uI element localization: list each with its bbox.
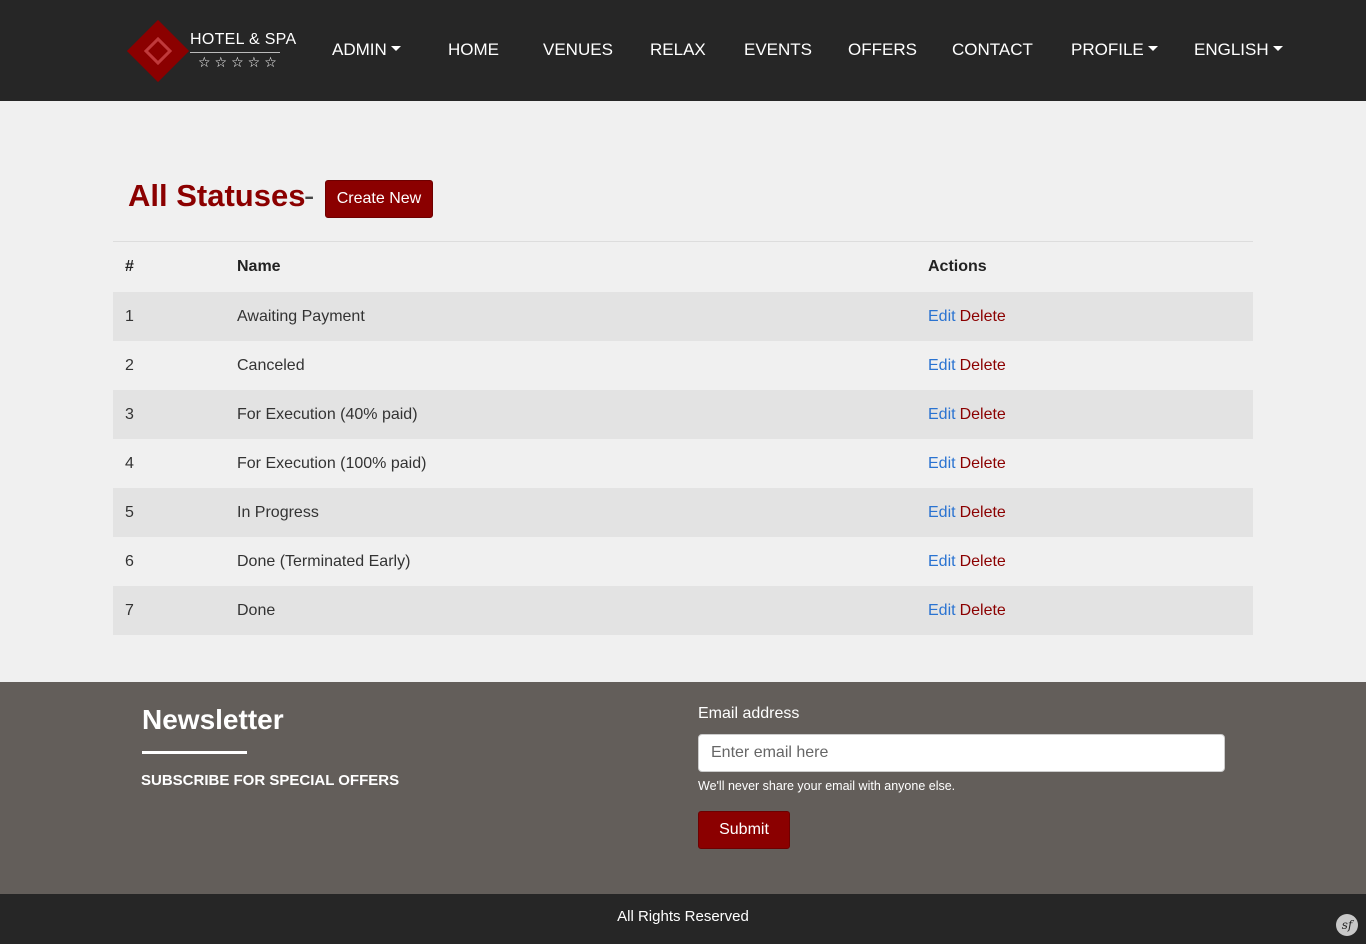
row-name: Done (Terminated Early) <box>237 553 411 570</box>
row-id: 1 <box>125 308 134 325</box>
edit-link[interactable]: Edit <box>928 308 956 325</box>
table-row: 1 Awaiting Payment Edit Delete <box>113 292 1253 341</box>
row-name: In Progress <box>237 504 319 521</box>
edit-link[interactable]: Edit <box>928 553 956 570</box>
copyright-text: All Rights Reserved <box>617 908 749 925</box>
row-actions: Edit Delete <box>928 390 1006 439</box>
nav-admin-dropdown[interactable]: ADMIN <box>332 40 401 60</box>
edit-link[interactable]: Edit <box>928 504 956 521</box>
row-actions: Edit Delete <box>928 292 1006 341</box>
footer: All Rights Reserved sf <box>0 894 1366 944</box>
caret-down-icon <box>1147 46 1158 51</box>
newsletter-section: Newsletter SUBSCRIBE FOR SPECIAL OFFERS … <box>0 682 1366 894</box>
nav-venues[interactable]: VENUES <box>543 40 613 60</box>
edit-link[interactable]: Edit <box>928 602 956 619</box>
symfony-toolbar-icon[interactable]: sf <box>1336 914 1358 936</box>
newsletter-subtitle: SUBSCRIBE FOR SPECIAL OFFERS <box>141 772 400 789</box>
delete-link[interactable]: Delete <box>960 455 1006 472</box>
row-actions: Edit Delete <box>928 537 1006 586</box>
row-name: Awaiting Payment <box>237 308 365 325</box>
table-row: 3 For Execution (40% paid) Edit Delete <box>113 390 1253 439</box>
caret-down-icon <box>390 46 401 51</box>
row-actions: Edit Delete <box>928 439 1006 488</box>
table-row: 2 Canceled Edit Delete <box>113 341 1253 390</box>
navbar: HOTEL & SPA ☆☆☆☆☆ ADMIN HOME VENUES RELA… <box>0 0 1366 101</box>
row-actions: Edit Delete <box>928 488 1006 537</box>
row-id: 6 <box>125 553 134 570</box>
edit-link[interactable]: Edit <box>928 357 956 374</box>
email-help-text: We'll never share your email with anyone… <box>698 779 956 793</box>
row-id: 5 <box>125 504 134 521</box>
row-name: For Execution (40% paid) <box>237 406 418 423</box>
brand-name: HOTEL & SPA <box>190 31 297 48</box>
nav-admin-label: ADMIN <box>332 40 387 59</box>
newsletter-title: Newsletter <box>142 704 284 735</box>
submit-button[interactable]: Submit <box>698 811 790 849</box>
delete-link[interactable]: Delete <box>960 553 1006 570</box>
nav-offers[interactable]: OFFERS <box>848 40 917 60</box>
brand-logo[interactable]: HOTEL & SPA ☆☆☆☆☆ <box>126 19 298 83</box>
row-actions: Edit Delete <box>928 341 1006 390</box>
delete-link[interactable]: Delete <box>960 308 1006 325</box>
header-actions: Actions <box>928 258 987 275</box>
nav-profile-dropdown[interactable]: PROFILE <box>1071 40 1158 60</box>
nav-relax[interactable]: RELAX <box>650 40 706 60</box>
header-name: Name <box>237 258 281 275</box>
row-id: 4 <box>125 455 134 472</box>
nav-profile-label: PROFILE <box>1071 40 1144 59</box>
caret-down-icon <box>1272 46 1283 51</box>
logo-divider <box>190 52 280 53</box>
table-row: 5 In Progress Edit Delete <box>113 488 1253 537</box>
nav-contact[interactable]: CONTACT <box>952 40 1033 60</box>
row-id: 7 <box>125 602 134 619</box>
nav-language-label: ENGLISH <box>1194 40 1269 59</box>
nav-home[interactable]: HOME <box>448 40 499 60</box>
delete-link[interactable]: Delete <box>960 406 1006 423</box>
delete-link[interactable]: Delete <box>960 357 1006 374</box>
row-name: Canceled <box>237 357 305 374</box>
nav-events[interactable]: EVENTS <box>744 40 812 60</box>
star-rating-icon: ☆☆☆☆☆ <box>198 54 281 70</box>
statuses-table: # Name Actions 1 Awaiting Payment Edit De… <box>113 241 1253 635</box>
row-id: 3 <box>125 406 134 423</box>
edit-link[interactable]: Edit <box>928 455 956 472</box>
row-name: For Execution (100% paid) <box>237 455 427 472</box>
row-actions: Edit Delete <box>928 586 1006 635</box>
delete-link[interactable]: Delete <box>960 504 1006 521</box>
table-row: 7 Done Edit Delete <box>113 586 1253 635</box>
table-header-row: # Name Actions <box>113 242 1253 292</box>
nav-language-dropdown[interactable]: ENGLISH <box>1194 40 1283 60</box>
newsletter-title-underline <box>142 751 247 754</box>
table-row: 6 Done (Terminated Early) Edit Delete <box>113 537 1253 586</box>
title-separator: - <box>304 178 315 213</box>
create-new-button[interactable]: Create New <box>325 180 433 218</box>
edit-link[interactable]: Edit <box>928 406 956 423</box>
delete-link[interactable]: Delete <box>960 602 1006 619</box>
email-input[interactable] <box>698 734 1225 772</box>
page-title: All Statuses <box>128 178 306 213</box>
header-id: # <box>125 258 134 275</box>
table-row: 4 For Execution (100% paid) Edit Delete <box>113 439 1253 488</box>
email-label: Email address <box>698 705 800 722</box>
row-id: 2 <box>125 357 134 374</box>
row-name: Done <box>237 602 276 619</box>
